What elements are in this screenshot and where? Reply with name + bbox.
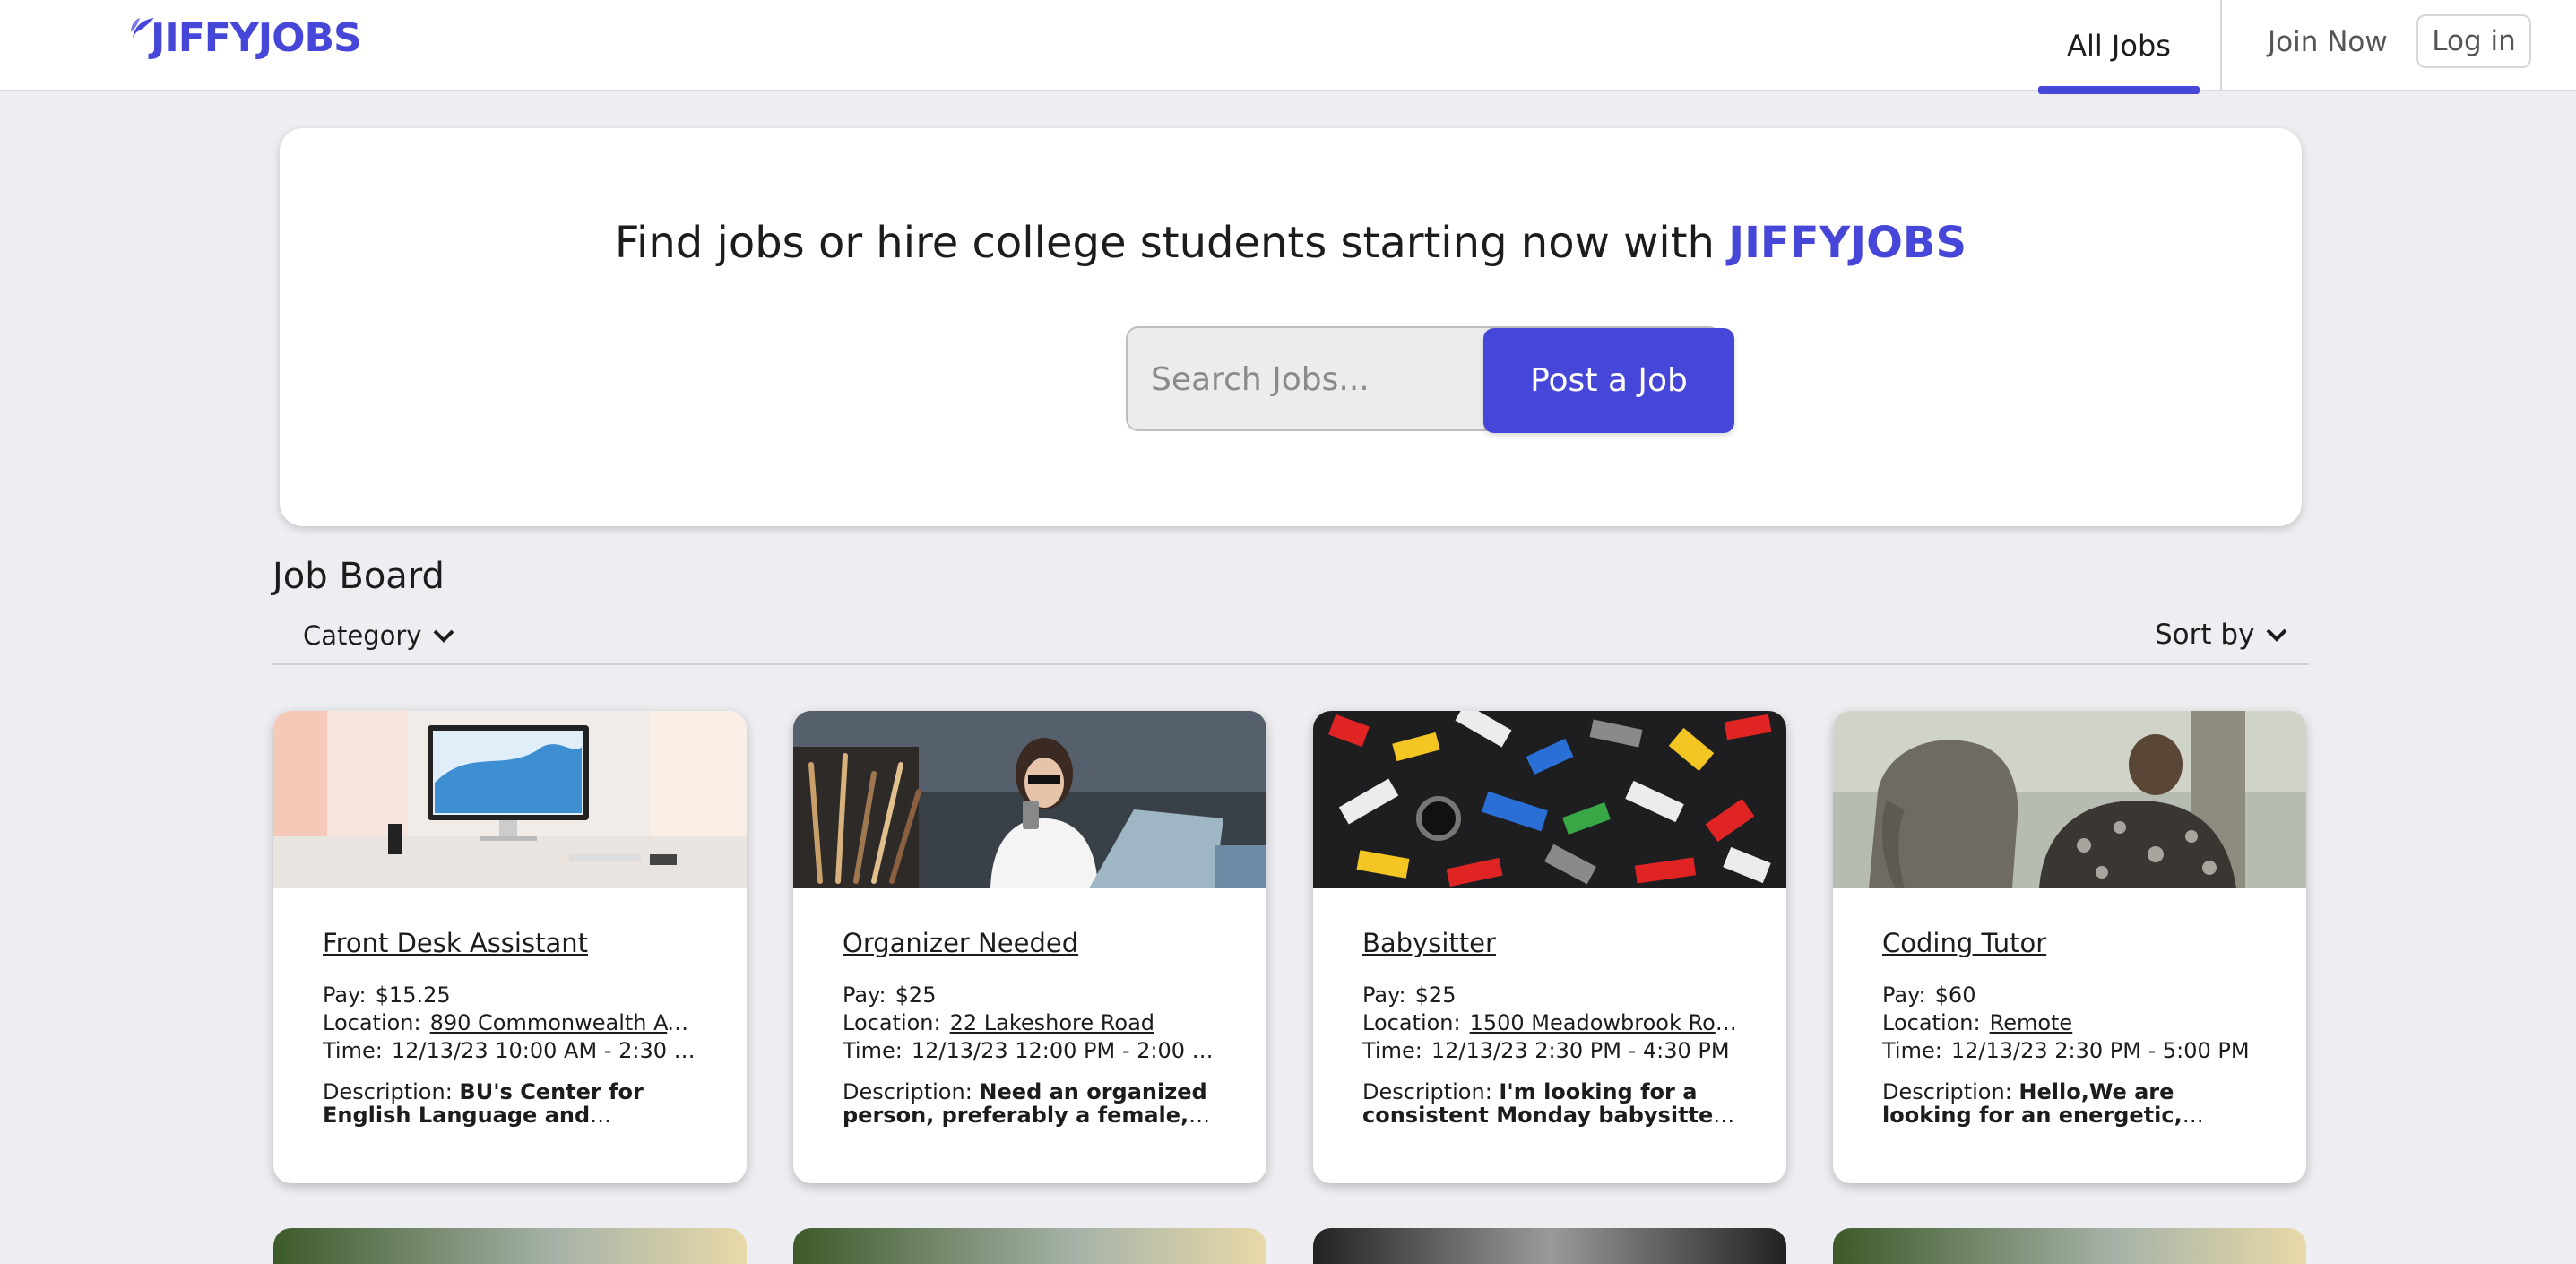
- hero-card: Find jobs or hire college students start…: [280, 128, 2302, 526]
- category-label: Category: [303, 620, 422, 651]
- sort-label: Sort by: [2155, 619, 2255, 651]
- job-card[interactable]: Front Desk Assistant Pay: $15.25 Location…: [273, 711, 747, 1183]
- location-link[interactable]: 1500 Meadowbrook Road: [1470, 1010, 1739, 1035]
- chevron-down-icon: [2267, 628, 2287, 642]
- category-filter[interactable]: Category: [303, 620, 455, 651]
- job-card[interactable]: Coding Tutor Pay: $60 Location: Remote Tim…: [1833, 711, 2306, 1183]
- job-pay: Pay: $60: [1882, 983, 1976, 1008]
- job-pay: Pay: $15.25: [323, 983, 451, 1008]
- sort-by-dropdown[interactable]: Sort by: [2155, 619, 2288, 651]
- job-description: Description: I'm looking for a consisten…: [1362, 1080, 1725, 1127]
- active-tab-indicator: [2038, 86, 2200, 94]
- job-title[interactable]: Coding Tutor: [1882, 928, 2046, 958]
- job-pay: Pay: $25: [843, 983, 937, 1008]
- job-image-office-woman: [793, 711, 1266, 888]
- hero-title-brand: JIFFYJOBS: [1728, 218, 1967, 268]
- hero-title: Find jobs or hire college students start…: [280, 218, 2302, 268]
- job-time: Time: 12/13/23 2:30 PM - 4:30 PM: [1362, 1038, 1730, 1063]
- chevron-down-icon: [434, 629, 454, 643]
- top-navbar: JIFFYJOBS All Jobs Join Now Log in: [0, 0, 2576, 94]
- board-divider: [272, 663, 2309, 665]
- hero-title-text: Find jobs or hire college students start…: [614, 218, 1715, 268]
- location-link[interactable]: 22 Lakeshore Road: [950, 1010, 1154, 1035]
- log-in-button[interactable]: Log in: [2416, 14, 2531, 68]
- job-time: Time: 12/13/23 2:30 PM - 5:00 PM: [1882, 1038, 2250, 1063]
- job-image-legos: [1313, 711, 1786, 888]
- job-time: Time: 12/13/23 12:00 PM - 2:00 PM: [843, 1038, 1219, 1063]
- job-card-peek[interactable]: [1833, 1228, 2306, 1264]
- post-a-job-button[interactable]: Post a Job: [1483, 328, 1734, 433]
- job-description: Description: BU's Center for English Lan…: [323, 1080, 644, 1127]
- job-time: Time: 12/13/23 10:00 AM - 2:30 PM: [323, 1038, 699, 1063]
- nav-divider: [2220, 0, 2222, 91]
- job-location: Location: 22 Lakeshore Road: [843, 1010, 1155, 1035]
- job-card[interactable]: Organizer Needed Pay: $25 Location: 22 Lak…: [793, 711, 1266, 1183]
- job-pay: Pay: $25: [1362, 983, 1457, 1008]
- join-now-link[interactable]: Join Now: [2268, 0, 2388, 84]
- job-location: Location:890 Commonwealth Ave B...: [323, 1010, 699, 1035]
- job-card-peek[interactable]: [1313, 1228, 1786, 1264]
- location-link[interactable]: 890 Commonwealth Ave B...: [430, 1010, 699, 1035]
- job-location: Location: Remote: [1882, 1010, 2073, 1035]
- job-title[interactable]: Front Desk Assistant: [323, 928, 588, 958]
- logo-text: JIFFYJOBS: [151, 14, 362, 61]
- location-link[interactable]: Remote: [1990, 1010, 2073, 1035]
- job-board-title: Job Board: [272, 556, 445, 597]
- job-card[interactable]: Babysitter Pay: $25 Location: 1500 Meadowb…: [1313, 711, 1786, 1183]
- job-location: Location: 1500 Meadowbrook Road: [1362, 1010, 1739, 1035]
- job-image-desk: [273, 711, 747, 888]
- job-description: Description: Hello,We are looking for an…: [1882, 1080, 2183, 1127]
- job-title[interactable]: Organizer Needed: [843, 928, 1078, 958]
- job-title[interactable]: Babysitter: [1362, 928, 1496, 958]
- job-card-peek[interactable]: [793, 1228, 1266, 1264]
- job-image-elephant: [1833, 711, 2306, 888]
- nav-all-jobs[interactable]: All Jobs: [2038, 0, 2200, 91]
- job-description: Description: Need an organized person, p…: [843, 1080, 1207, 1127]
- jiffyjobs-logo[interactable]: JIFFYJOBS: [129, 11, 362, 65]
- job-card-peek[interactable]: [273, 1228, 747, 1264]
